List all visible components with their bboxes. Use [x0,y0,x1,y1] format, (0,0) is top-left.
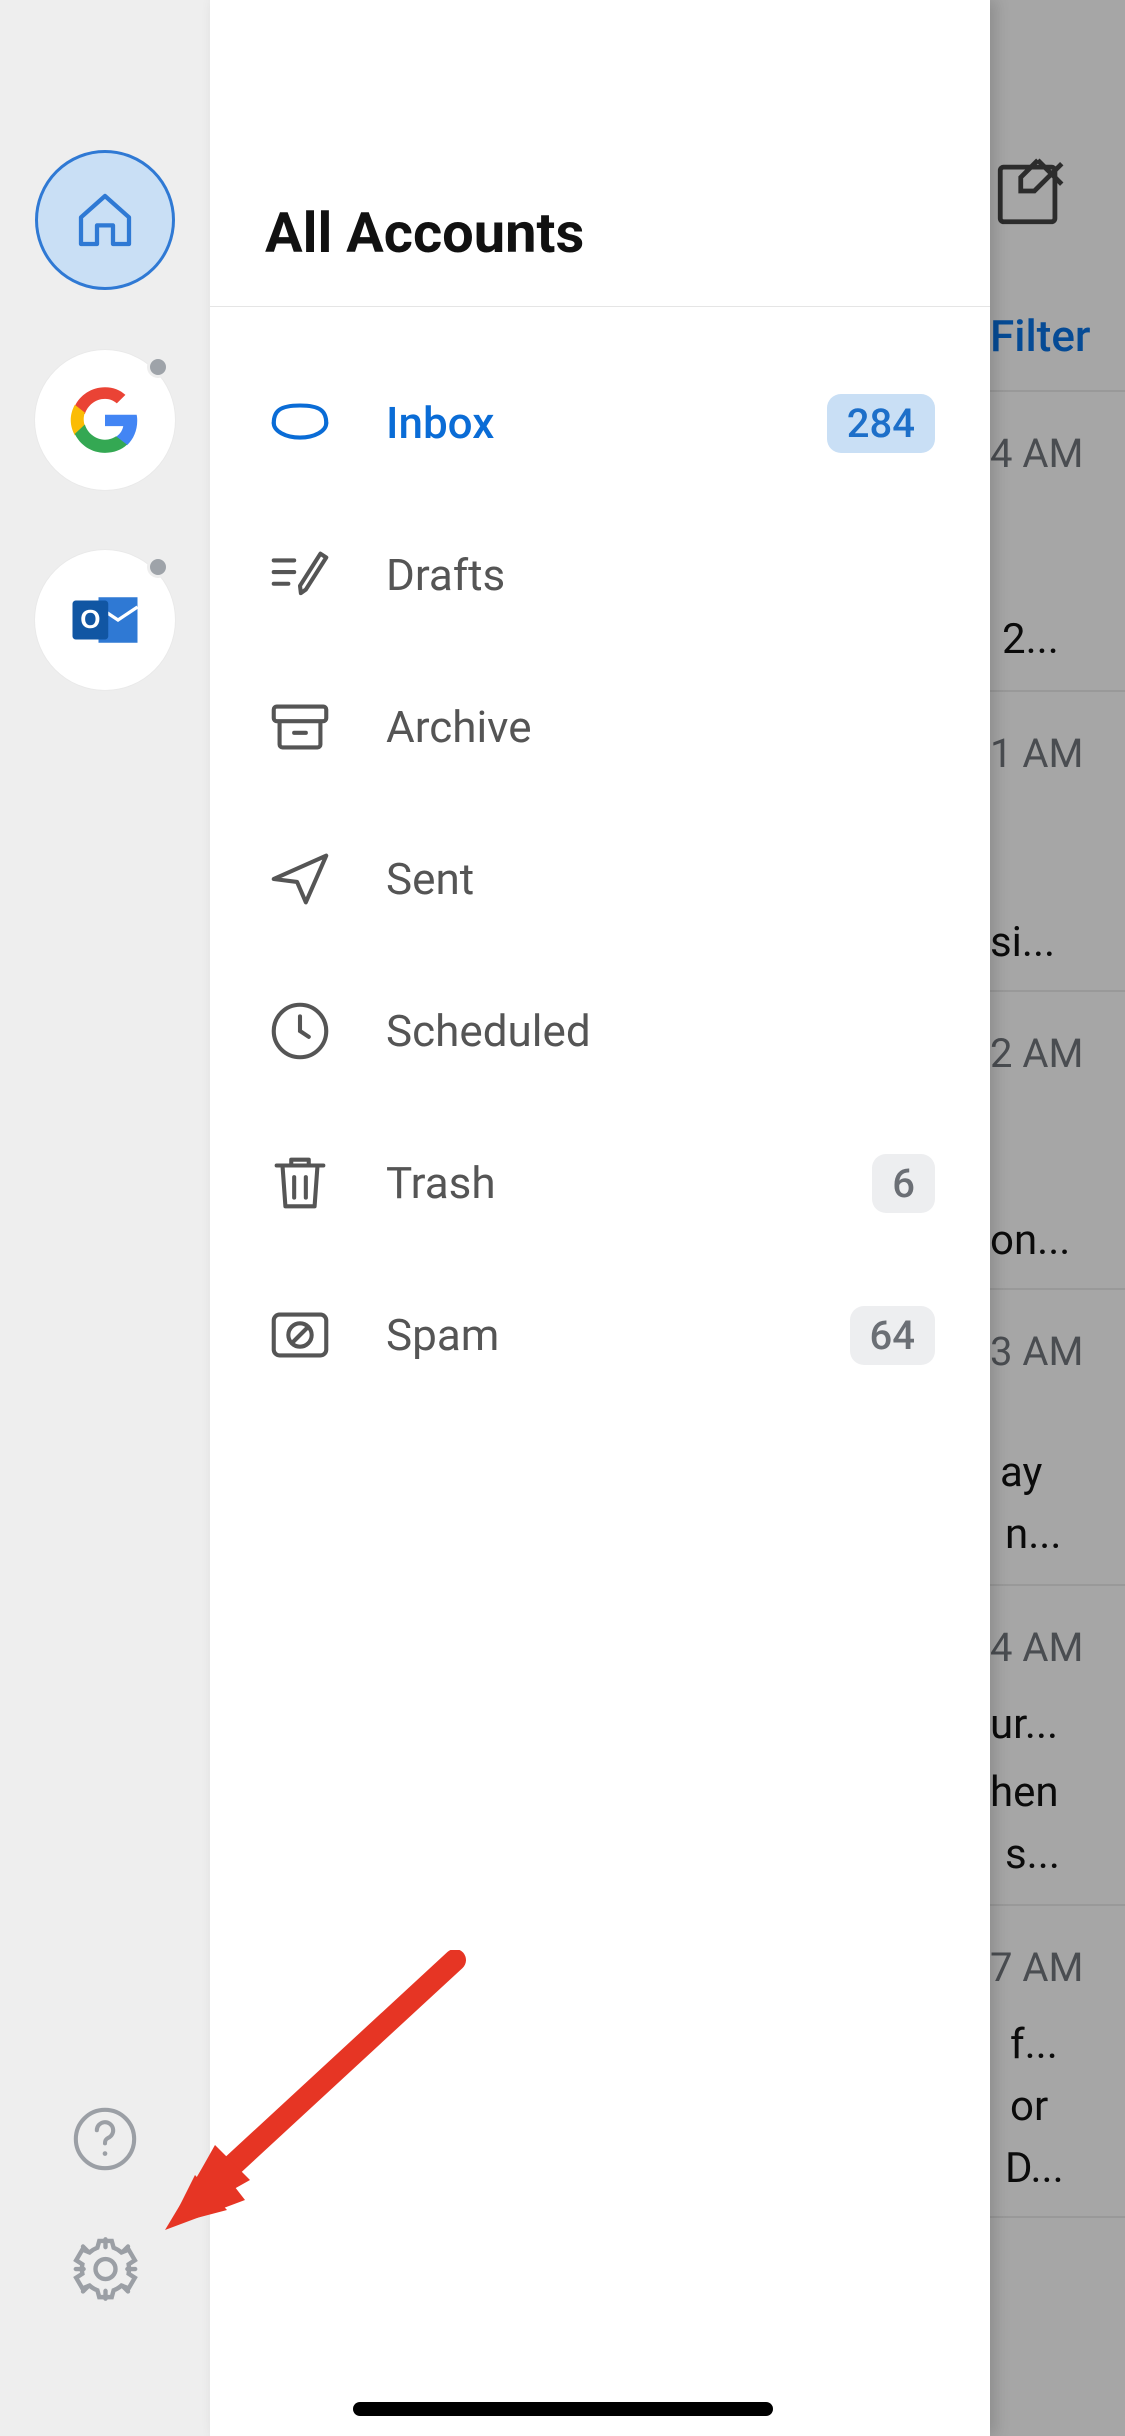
mail-snippet: 2... [1002,615,1059,664]
folder-scheduled[interactable]: Scheduled [234,955,955,1107]
folder-count-badge: 64 [850,1306,935,1365]
mail-time: 4 AM [990,1624,1083,1671]
mail-snippet: ur... [990,1700,1058,1749]
clock-icon [264,995,336,1067]
settings-button[interactable] [68,2231,143,2306]
compose-button[interactable] [990,150,1072,236]
folder-archive[interactable]: Archive [234,651,955,803]
gear-icon [68,2230,143,2308]
mail-snippet: n... [1005,1510,1061,1559]
mail-snippet: f... [1010,2020,1058,2069]
mail-time: 2 AM [990,1030,1083,1077]
outlook-icon: O [66,581,144,659]
mail-snippet: on... [990,1216,1070,1265]
drawer-header: All Accounts [210,0,990,307]
home-account-button[interactable] [35,150,175,290]
notification-dot-icon [147,556,169,578]
outlook-account-button[interactable]: O [35,550,175,690]
folder-label: Drafts [386,549,505,601]
folder-drawer: All Accounts Inbox 284 [210,0,990,2436]
folder-label: Scheduled [386,1005,591,1057]
folder-drafts[interactable]: Drafts [234,499,955,651]
folder-label: Inbox [386,397,494,449]
mail-snippet: ay [1000,1448,1042,1497]
mail-snippet: D... [1005,2144,1064,2193]
folder-spam[interactable]: Spam 64 [234,1259,955,1411]
folder-sent[interactable]: Sent [234,803,955,955]
spam-icon [264,1299,336,1371]
mail-snippet: si... [990,918,1055,967]
svg-text:O: O [80,604,100,634]
filter-button[interactable]: Filter [990,310,1090,362]
mail-time: 7 AM [990,1944,1083,1991]
help-icon [70,2104,140,2174]
folder-list: Inbox 284 Drafts [210,307,990,1411]
folder-label: Spam [386,1309,499,1361]
home-icon [73,188,137,252]
folder-count-badge: 6 [872,1154,935,1213]
help-button[interactable] [68,2101,143,2176]
sent-icon [264,843,336,915]
folder-trash[interactable]: Trash 6 [234,1107,955,1259]
folder-label: Archive [386,701,532,753]
archive-icon [264,691,336,763]
folder-label: Sent [386,853,474,905]
mail-time: 3 AM [990,1328,1083,1375]
folder-count-badge: 284 [827,394,935,453]
folder-inbox[interactable]: Inbox 284 [234,347,955,499]
folder-label: Trash [386,1157,496,1209]
drafts-icon [264,539,336,611]
mail-snippet: or [1010,2082,1048,2131]
account-rail: O [0,0,210,2436]
mail-snippet: s... [1005,1830,1060,1879]
google-icon [70,385,140,455]
home-indicator[interactable] [353,2402,773,2416]
google-account-button[interactable] [35,350,175,490]
notification-dot-icon [147,356,169,378]
inbox-icon [264,387,336,459]
mail-time: 4 AM [990,430,1083,477]
trash-icon [264,1147,336,1219]
mail-snippet: hen [990,1768,1059,1817]
mail-time: 1 AM [990,730,1083,777]
drawer-title: All Accounts [265,200,935,266]
